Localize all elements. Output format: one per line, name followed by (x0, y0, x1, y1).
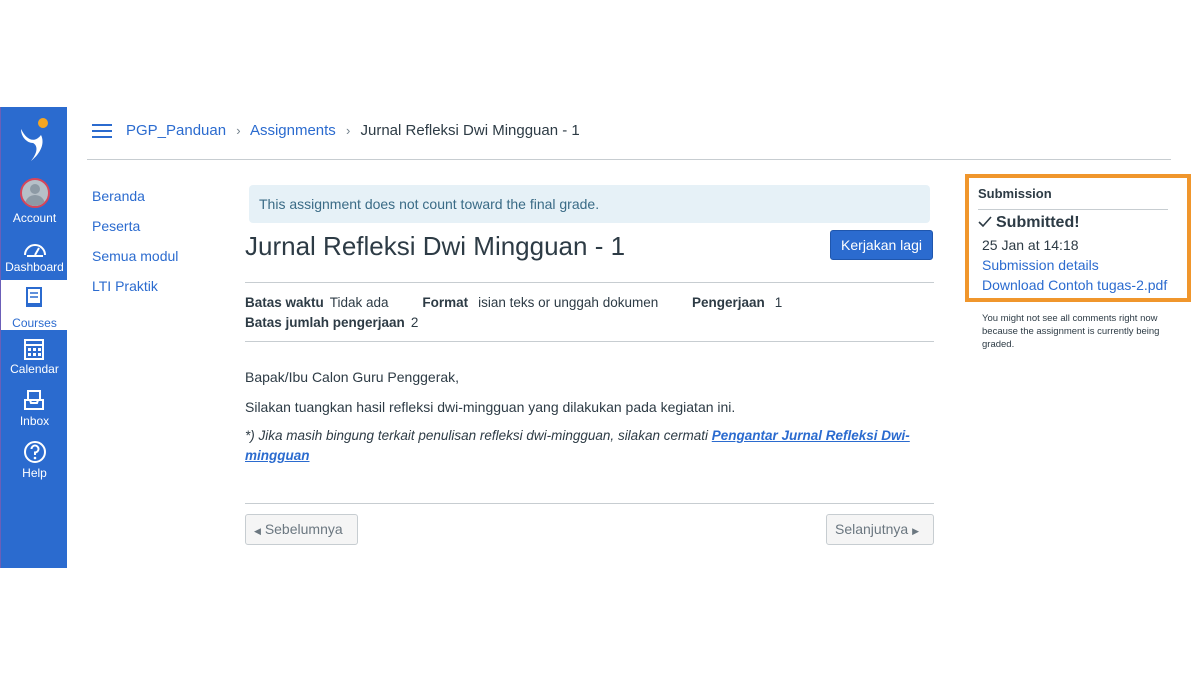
attempts-label: Pengerjaan (692, 295, 765, 310)
previous-label: Sebelumnya (264, 521, 343, 537)
note-prefix: *) Jika masih bingung terkait penulisan … (245, 428, 712, 443)
breadcrumb-current: Jurnal Refleksi Dwi Mingguan - 1 (360, 122, 580, 139)
retry-button[interactable]: Kerjakan lagi (830, 230, 933, 260)
calendar-icon (24, 339, 44, 360)
format-label: Format (422, 295, 469, 310)
divider (245, 503, 934, 504)
due-value: Tidak ada (329, 295, 389, 310)
nav-courses[interactable]: Courses (1, 280, 68, 330)
global-nav: Account Dashboard Courses Calendar Inbox… (0, 107, 68, 568)
nav-inbox-label: Inbox (19, 414, 50, 428)
divider (245, 282, 934, 283)
brand-logo[interactable] (17, 117, 53, 163)
help-icon (24, 441, 46, 463)
avatar (20, 178, 50, 208)
nav-account-label: Account (12, 211, 57, 225)
nav-inbox[interactable]: Inbox (1, 387, 68, 437)
attempts-value: 1 (774, 295, 783, 310)
caret-left-icon: ◀ (254, 526, 261, 536)
nav-account[interactable]: Account (1, 175, 68, 225)
nav-dashboard-label: Dashboard (5, 260, 64, 274)
breadcrumb-assignments-link[interactable]: Assignments (250, 122, 336, 139)
submission-note: You might not see all comments right now… (982, 313, 1160, 350)
nav-courses-label: Courses (12, 316, 57, 330)
course-nav-beranda[interactable]: Beranda (92, 186, 178, 216)
chevron-right-icon: › (236, 123, 241, 138)
nav-calendar-label: Calendar (10, 362, 59, 376)
submission-date: 25 Jan at 14:18 (982, 237, 1079, 253)
submission-details-link[interactable]: Submission details (982, 256, 1099, 274)
grade-notice: This assignment does not count toward th… (249, 185, 930, 223)
assignment-details: Batas waktu Tidak ada Format isian teks or… (245, 293, 782, 333)
courses-icon (26, 287, 42, 307)
page-title: Jurnal Refleksi Dwi Mingguan - 1 (245, 231, 626, 261)
previous-button[interactable]: ◀ Sebelumnya (245, 514, 358, 545)
submission-status-text: Submitted! (996, 214, 1080, 231)
course-nav-lti-praktik[interactable]: LTI Praktik (92, 276, 178, 306)
dashboard-icon (24, 244, 46, 257)
submission-heading: Submission (978, 186, 1052, 201)
due-label: Batas waktu (245, 295, 324, 310)
course-nav-peserta[interactable]: Peserta (92, 216, 178, 246)
greeting-text: Bapak/Ibu Calon Guru Penggerak, (245, 369, 460, 385)
next-label: Selanjutnya (835, 521, 909, 537)
course-nav-semua-modul[interactable]: Semua modul (92, 246, 178, 276)
chevron-right-icon: › (345, 123, 351, 138)
nav-help-label: Help (22, 466, 47, 480)
next-button[interactable]: Selanjutnya ▶ (826, 514, 934, 545)
course-nav: Beranda Peserta Semua modul LTI Praktik (92, 186, 178, 306)
header-divider (87, 159, 1171, 160)
hamburger-menu-icon[interactable] (92, 124, 112, 138)
nav-calendar[interactable]: Calendar (1, 335, 68, 385)
format-value: isian teks or unggah dokumen (478, 295, 659, 310)
nav-help[interactable]: Help (1, 439, 68, 489)
submission-status: Submitted! (978, 212, 1080, 234)
divider (978, 209, 1168, 210)
divider (245, 341, 934, 342)
checkmark-icon (978, 216, 992, 228)
caret-right-icon: ▶ (912, 526, 919, 536)
note-text: *) Jika masih bingung terkait penulisan … (245, 426, 915, 466)
max-attempts-label: Batas jumlah pengerjaan (245, 315, 405, 330)
breadcrumb-course-link[interactable]: PGP_Panduan (126, 122, 226, 139)
instruction-text: Silakan tuangkan hasil refleksi dwi-ming… (245, 399, 736, 415)
breadcrumb: PGP_Panduan › Assignments › Jurnal Refle… (126, 121, 580, 141)
inbox-icon (24, 390, 44, 410)
max-attempts-value: 2 (410, 315, 419, 330)
download-file-link[interactable]: Download Contoh tugas-2.pdf (982, 276, 1167, 294)
